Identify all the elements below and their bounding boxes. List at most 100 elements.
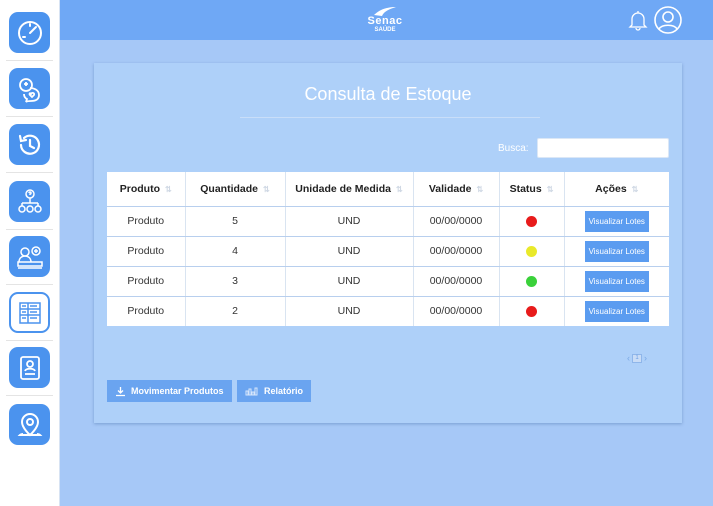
pagination: ‹ 1 › xyxy=(627,353,647,363)
bar-chart-icon xyxy=(245,387,258,396)
sidebar-divider xyxy=(6,116,53,117)
sort-icon: ⇅ xyxy=(263,184,270,194)
sort-icon: ⇅ xyxy=(476,184,484,194)
relatorio-button[interactable]: Relatório xyxy=(237,380,312,402)
sort-icon: ⇅ xyxy=(631,184,639,194)
movimentar-label: Movimentar Produtos xyxy=(131,386,224,396)
table-row: Produto 4 UND 00/00/0000 Visualizar Lote… xyxy=(107,236,669,267)
sidebar-item-estoque[interactable] xyxy=(9,292,50,333)
column-header-quantidade[interactable]: Quantidade ⇅ xyxy=(185,172,286,207)
chat-heart-icon xyxy=(18,77,40,103)
sidebar-item-dashboard[interactable] xyxy=(9,12,50,53)
column-header-label: Unidade de Medida xyxy=(295,182,391,195)
cell-quantidade: 5 xyxy=(185,206,286,237)
status-indicator xyxy=(526,245,537,257)
sidebar-item-consultorio[interactable] xyxy=(9,236,50,277)
sort-icon: ⇅ xyxy=(395,184,403,194)
location-pin-icon xyxy=(17,412,42,436)
cell-validade: 00/00/0000 xyxy=(413,266,500,297)
column-header-label: Ações xyxy=(595,182,627,195)
sort-icon: ⇅ xyxy=(165,184,172,194)
user-avatar-icon[interactable] xyxy=(653,5,683,35)
page-number[interactable]: 1 xyxy=(632,353,642,363)
view-lots-button[interactable]: Visualizar Lotes xyxy=(584,300,649,322)
sort-icon: ⇅ xyxy=(546,184,554,194)
cell-status xyxy=(499,296,565,326)
column-header-produto[interactable]: Produto ⇅ xyxy=(107,172,186,207)
medical-desk-icon xyxy=(16,245,43,269)
search-label: Busca: xyxy=(498,143,529,154)
cell-status xyxy=(499,236,565,267)
sidebar-divider xyxy=(6,284,53,285)
cell-acoes: Visualizar Lotes xyxy=(564,266,669,297)
status-indicator xyxy=(526,305,537,317)
prev-page-icon[interactable]: ‹ xyxy=(627,353,630,363)
table-header-row: Produto ⇅ Quantidade ⇅ Unidade de Medida ⇅ … xyxy=(107,172,669,207)
stock-card: Consulta de Estoque Busca: Produto ⇅ Quan… xyxy=(94,63,682,423)
cell-quantidade: 4 xyxy=(185,236,286,267)
org-chart-question-icon xyxy=(17,188,42,213)
sidebar-divider xyxy=(6,395,53,396)
cell-unidade: UND xyxy=(285,206,414,237)
column-header-acoes[interactable]: Ações ⇅ xyxy=(564,172,669,207)
cell-produto: Produto xyxy=(107,236,186,267)
page-title: Consulta de Estoque xyxy=(304,84,472,104)
bell-icon[interactable] xyxy=(628,9,648,31)
cell-acoes: Visualizar Lotes xyxy=(564,296,669,326)
download-icon xyxy=(116,386,125,396)
cell-quantidade: 2 xyxy=(185,296,286,326)
sidebar-item-localizacao[interactable] xyxy=(9,404,50,445)
movimentar-produtos-button[interactable]: Movimentar Produtos xyxy=(107,380,232,402)
view-lots-button[interactable]: Visualizar Lotes xyxy=(584,210,649,232)
table-row: Produto 5 UND 00/00/0000 Visualizar Lote… xyxy=(107,206,669,237)
sidebar-divider xyxy=(6,60,53,61)
status-indicator xyxy=(526,275,537,287)
column-header-unidade[interactable]: Unidade de Medida ⇅ xyxy=(285,172,414,207)
relatorio-label: Relatório xyxy=(264,386,304,396)
column-header-label: Quantidade xyxy=(200,182,259,195)
cell-produto: Produto xyxy=(107,266,186,297)
inventory-grid-icon xyxy=(18,301,41,324)
cell-validade: 00/00/0000 xyxy=(413,296,500,326)
cell-produto: Produto xyxy=(107,206,186,237)
next-page-icon[interactable]: › xyxy=(644,353,647,363)
cell-validade: 00/00/0000 xyxy=(413,206,500,237)
status-indicator xyxy=(526,215,537,227)
cell-status xyxy=(499,206,565,237)
search-input[interactable] xyxy=(537,138,669,158)
cell-unidade: UND xyxy=(285,266,414,297)
column-header-label: Status xyxy=(509,182,542,195)
top-bar: Senac SAÚDE xyxy=(60,0,713,40)
cell-status xyxy=(499,266,565,297)
sidebar-divider xyxy=(6,229,53,230)
history-icon xyxy=(18,134,40,155)
sidebar-item-historico[interactable] xyxy=(9,124,50,165)
column-header-validade[interactable]: Validade ⇅ xyxy=(413,172,500,207)
cell-acoes: Visualizar Lotes xyxy=(564,236,669,267)
table-row: Produto 2 UND 00/00/0000 Visualizar Lote… xyxy=(107,296,669,326)
view-lots-button[interactable]: Visualizar Lotes xyxy=(584,240,649,262)
sidebar-item-atendimento[interactable] xyxy=(9,68,50,109)
table-row: Produto 3 UND 00/00/0000 Visualizar Lote… xyxy=(107,266,669,297)
view-lots-button[interactable]: Visualizar Lotes xyxy=(584,270,649,292)
cell-acoes: Visualizar Lotes xyxy=(564,206,669,237)
sidebar-item-cadastro[interactable] xyxy=(9,347,50,388)
id-badge-icon xyxy=(19,355,40,380)
sidebar-divider xyxy=(6,172,53,173)
sidebar xyxy=(0,0,60,506)
cell-validade: 00/00/0000 xyxy=(413,236,500,267)
sidebar-item-organograma[interactable] xyxy=(9,181,50,222)
speedometer-icon xyxy=(17,20,42,45)
logo-line2: SAÚDE xyxy=(374,27,396,33)
logo-line1: Senac xyxy=(367,15,403,27)
column-header-status[interactable]: Status ⇅ xyxy=(499,172,565,207)
stock-table: Produto ⇅ Quantidade ⇅ Unidade de Medida ⇅ … xyxy=(107,172,669,326)
senac-saude-logo[interactable]: Senac SAÚDE xyxy=(363,5,407,35)
column-header-label: Produto xyxy=(119,182,161,195)
cell-unidade: UND xyxy=(285,236,414,267)
cell-quantidade: 3 xyxy=(185,266,286,297)
column-header-label: Validade xyxy=(428,182,472,195)
title-divider xyxy=(240,117,540,118)
sidebar-divider xyxy=(6,340,53,341)
cell-produto: Produto xyxy=(107,296,186,326)
